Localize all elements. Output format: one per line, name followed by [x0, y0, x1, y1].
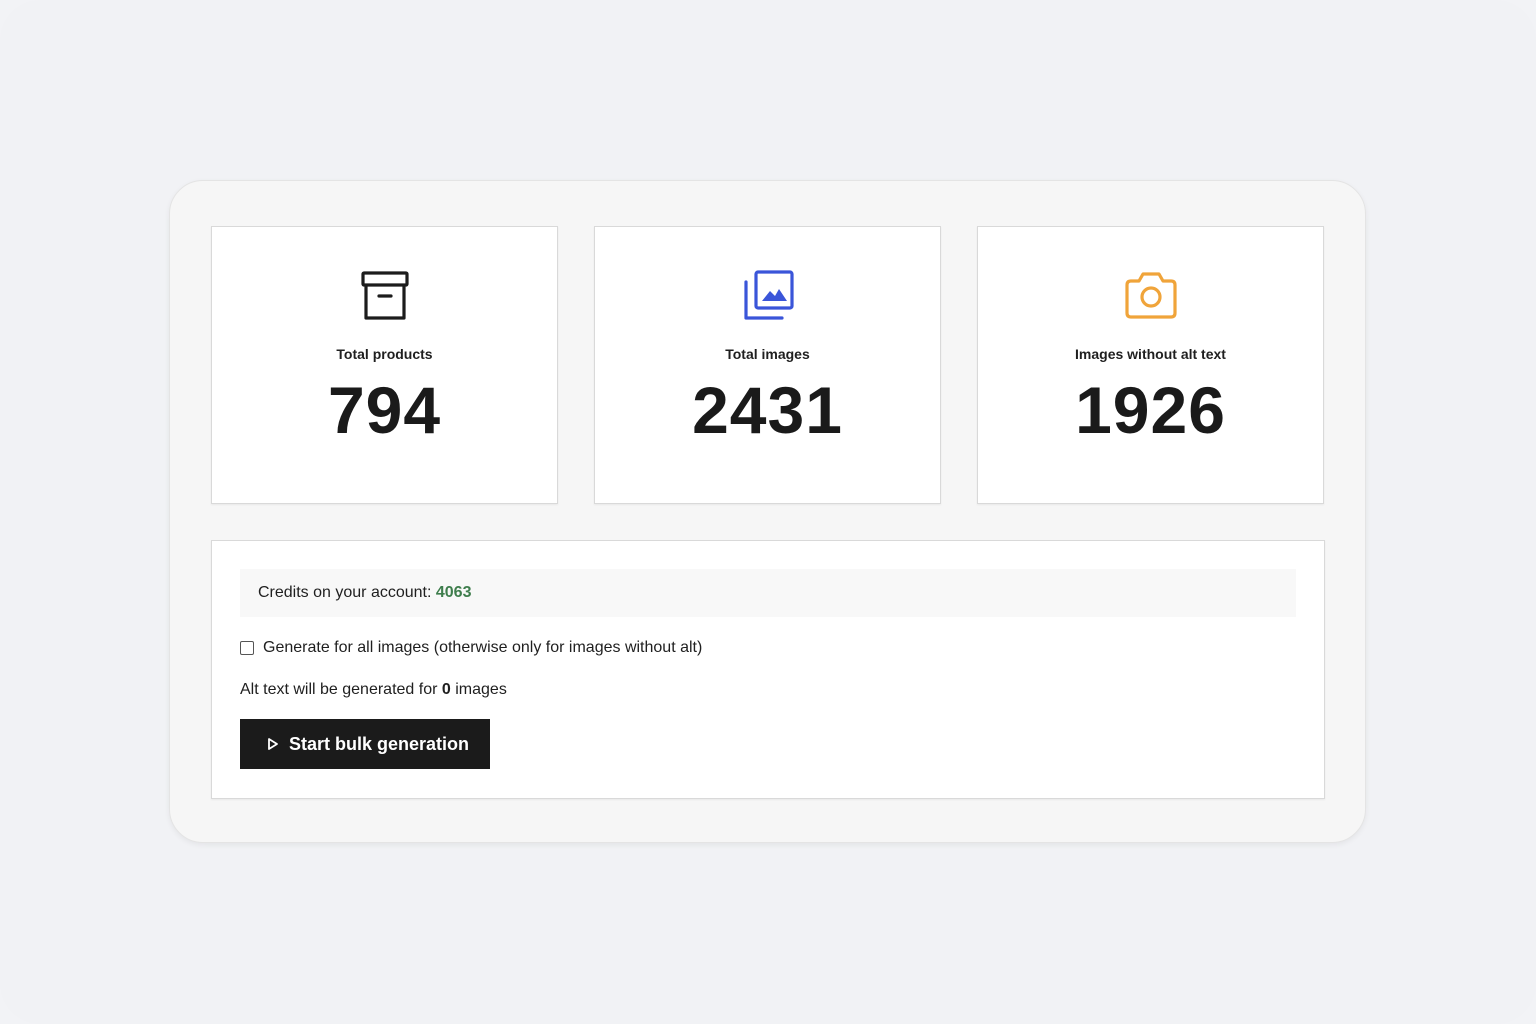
stat-label: Total products: [336, 346, 433, 362]
credits-label: Credits on your account:: [258, 584, 432, 601]
stat-card-total-images: Total images 2431: [594, 226, 941, 504]
stat-card-total-products: Total products 794: [211, 226, 558, 504]
generate-all-label[interactable]: Generate for all images (otherwise only …: [263, 639, 702, 657]
image-gallery-icon: [740, 267, 796, 323]
start-button-label[interactable]: Start bulk generation: [289, 734, 469, 755]
summary-suffix: images: [455, 681, 507, 698]
bulk-action-card: Credits on your account: 4063 Generate f…: [211, 540, 1325, 799]
generate-all-option[interactable]: Generate for all images (otherwise only …: [240, 636, 702, 660]
camera-icon: [1123, 267, 1179, 323]
stat-value: 2431: [692, 373, 843, 447]
app-window: Total products 794 Total images 2431 Ima…: [0, 0, 1536, 1024]
generate-all-checkbox[interactable]: [240, 641, 254, 655]
stat-value: 794: [327, 373, 442, 447]
summary-prefix: Alt text will be generated for: [240, 681, 438, 698]
generation-summary: Alt text will be generated for 0 images: [240, 679, 507, 701]
stat-label: Images without alt text: [1075, 346, 1226, 362]
stat-value: 1926: [1075, 373, 1226, 447]
play-icon: [268, 738, 278, 750]
stat-label: Total images: [725, 346, 810, 362]
archive-box-icon: [357, 267, 413, 323]
summary-count: 0: [441, 681, 451, 698]
bulk-generation-panel: Total products 794 Total images 2431 Ima…: [169, 180, 1366, 843]
credits-info: Credits on your account: 4063: [240, 569, 1296, 617]
start-bulk-generation-button[interactable]: Start bulk generation: [240, 719, 490, 769]
credits-value: 4063: [435, 584, 472, 601]
stat-card-images-without-alt: Images without alt text 1926: [977, 226, 1324, 504]
